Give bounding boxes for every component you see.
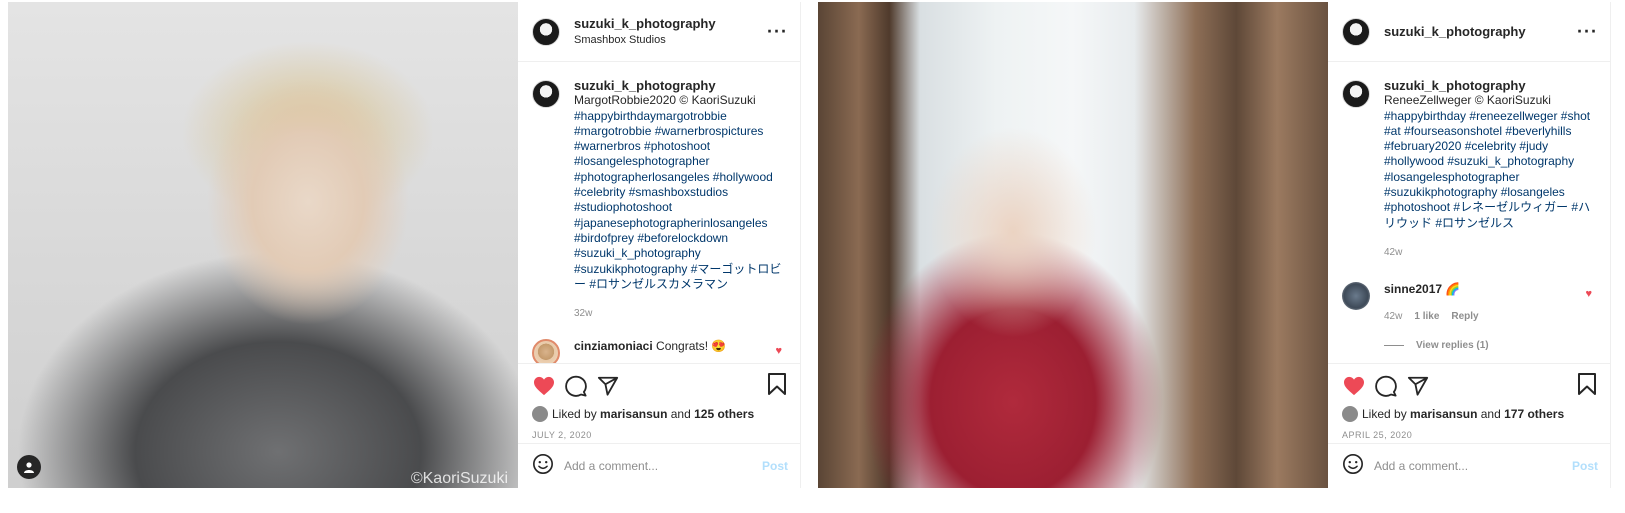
caption: suzuki_k_photography MargotRobbie2020 © … [532, 78, 786, 321]
post-1: ©KaoriSuzuki suzuki_k_photography Smashb… [8, 2, 801, 488]
caption-username[interactable]: suzuki_k_photography [1384, 78, 1592, 93]
comment-avatar[interactable] [532, 339, 560, 363]
avatar[interactable] [532, 80, 560, 108]
avatar[interactable] [1342, 17, 1370, 46]
comment-input[interactable]: Add a comment... [1374, 459, 1468, 473]
comment-icon[interactable] [1374, 374, 1398, 398]
more-icon[interactable]: ··· [1577, 21, 1598, 42]
comment-text: Congrats! 😍 [656, 339, 727, 354]
likes-joiner: and [1480, 407, 1501, 421]
view-replies-label[interactable]: View replies (1) [1416, 340, 1489, 351]
likes-summary[interactable]: Liked by marisansun and 125 others [532, 406, 786, 422]
photo-watermark: ©KaoriSuzuki [410, 470, 508, 487]
likes-others[interactable]: 125 others [694, 407, 754, 421]
likes-joiner: and [670, 407, 691, 421]
action-area: Liked by marisansun and 125 others JULY … [518, 363, 800, 443]
caption: suzuki_k_photography ReneeZellweger © Ka… [1342, 78, 1596, 260]
add-comment-bar: Add a comment... Post [1328, 443, 1610, 488]
comment-username[interactable]: sinne2017 [1384, 282, 1442, 296]
view-replies[interactable]: View replies (1) [1384, 340, 1596, 351]
comment: cinziamoniaci Congrats! 😍 ♥ [532, 339, 786, 363]
post-button[interactable]: Post [1572, 459, 1598, 473]
caption-age: 32w [574, 308, 593, 320]
caption-username[interactable]: suzuki_k_photography [574, 78, 782, 93]
comment-username[interactable]: cinziamoniaci [574, 339, 653, 353]
likes-prefix: Liked by [552, 407, 597, 421]
avatar[interactable] [1342, 80, 1370, 108]
post-photo[interactable]: ©KaoriSuzuki [8, 2, 518, 488]
bookmark-icon[interactable] [766, 372, 790, 396]
action-area: Liked by marisansun and 177 others APRIL… [1328, 363, 1610, 443]
likes-summary[interactable]: Liked by marisansun and 177 others [1342, 406, 1596, 422]
user-tag-icon[interactable] [17, 455, 41, 479]
comment-input[interactable]: Add a comment... [564, 459, 658, 473]
likes-prefix: Liked by [1362, 407, 1407, 421]
comment-text: 🌈 [1445, 282, 1461, 297]
post-button[interactable]: Post [762, 459, 788, 473]
comments-section: suzuki_k_photography MargotRobbie2020 © … [518, 62, 800, 363]
likes-user[interactable]: marisansun [600, 407, 667, 421]
share-icon[interactable] [596, 374, 620, 398]
caption-age: 42w [1384, 246, 1403, 258]
likes-user[interactable]: marisansun [1410, 407, 1477, 421]
comment-likes[interactable]: 1 like [1414, 311, 1439, 322]
caption-hashtags[interactable]: #happybirthday #reneezellweger #shot #at… [1384, 109, 1590, 230]
comment-time[interactable]: 42w [1384, 311, 1402, 322]
add-comment-bar: Add a comment... Post [518, 443, 800, 488]
post-header: suzuki_k_photography ··· [1328, 2, 1610, 62]
comment: sinne2017 🌈 42w 1 like Reply ♥ [1342, 282, 1596, 324]
header-username[interactable]: suzuki_k_photography [574, 16, 716, 32]
post-photo[interactable] [818, 2, 1328, 488]
heart-icon[interactable] [532, 374, 556, 398]
comment-heart-icon[interactable]: ♥ [1585, 288, 1592, 300]
comment-heart-icon[interactable]: ♥ [775, 345, 782, 357]
caption-text: ReneeZellweger © KaoriSuzuki [1384, 93, 1551, 108]
avatar[interactable] [532, 406, 548, 422]
likes-others[interactable]: 177 others [1504, 407, 1564, 421]
emoji-icon[interactable] [532, 453, 554, 480]
more-icon[interactable]: ··· [767, 21, 788, 42]
comment-avatar[interactable] [1342, 282, 1370, 311]
avatar[interactable] [1342, 406, 1358, 422]
caption-text: MargotRobbie2020 © KaoriSuzuki [574, 93, 756, 108]
header-location[interactable]: Smashbox Studios [574, 32, 716, 48]
comments-section: suzuki_k_photography ReneeZellweger © Ka… [1328, 62, 1610, 363]
bookmark-icon[interactable] [1576, 372, 1600, 396]
post-panel: suzuki_k_photography ··· suzuki_k_photog… [1328, 2, 1611, 488]
reply-button[interactable]: Reply [1451, 311, 1478, 322]
post-date[interactable]: APRIL 25, 2020 [1342, 430, 1596, 440]
caption-hashtags[interactable]: #happybirthdaymargotrobbie #margotrobbie… [574, 109, 781, 291]
header-username[interactable]: suzuki_k_photography [1384, 24, 1526, 40]
comment-icon[interactable] [564, 374, 588, 398]
post-date[interactable]: JULY 2, 2020 [532, 430, 786, 440]
share-icon[interactable] [1406, 374, 1430, 398]
emoji-icon[interactable] [1342, 453, 1364, 480]
heart-icon[interactable] [1342, 374, 1366, 398]
avatar[interactable] [532, 17, 560, 46]
post-panel: suzuki_k_photography Smashbox Studios ··… [518, 2, 801, 488]
post-header: suzuki_k_photography Smashbox Studios ··… [518, 2, 800, 62]
post-2: suzuki_k_photography ··· suzuki_k_photog… [818, 2, 1611, 488]
